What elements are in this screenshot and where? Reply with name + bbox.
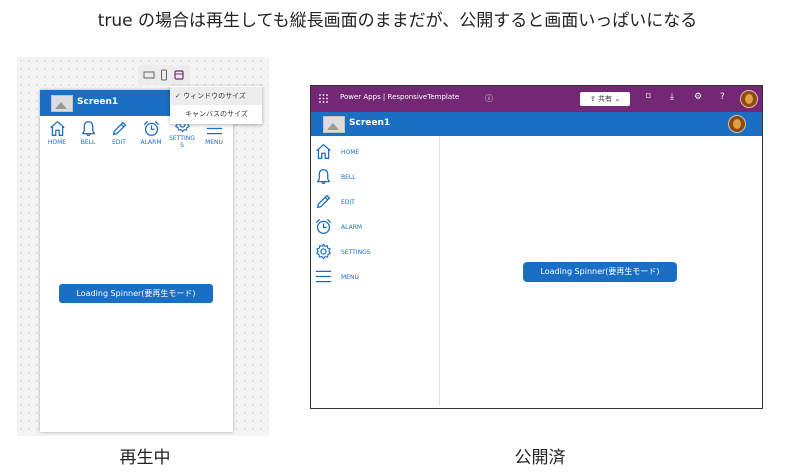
sidebar-item-bell[interactable]: BELL [315, 168, 435, 188]
download-icon[interactable]: ⤓ [670, 92, 674, 102]
sidebar-item-home[interactable]: HOME [315, 143, 435, 163]
gear-icon[interactable]: ⚙ [694, 92, 702, 102]
fit-screen-icon[interactable]: ⌑ [646, 92, 651, 102]
image-placeholder-icon [323, 116, 345, 133]
side-menu: HOME BELL EDIT ALARM SETTINGS MENU [311, 136, 440, 406]
chevron-down-icon: ⌄ [614, 95, 621, 103]
screen-title: Screen1 [77, 97, 119, 107]
edit-icon [315, 193, 332, 210]
icon-bar: HOME BELL EDIT ALARM SETTING S MENU [40, 120, 233, 154]
info-icon[interactable]: ⓘ [485, 93, 493, 104]
share-button[interactable]: ⇪ 共有 ⌄ [580, 92, 630, 106]
alarm-icon [143, 120, 160, 137]
avatar[interactable] [740, 90, 758, 108]
app-title: Power Apps | ResponsiveTemplate [340, 93, 460, 101]
image-placeholder-icon [51, 95, 73, 112]
phone-layout-icon[interactable] [158, 69, 170, 81]
checkmark-icon: ✓ [175, 92, 181, 100]
published-label: 公開済 [514, 448, 566, 468]
sidebar-item-settings[interactable]: SETTINGS [315, 243, 435, 263]
dropdown-option-window-size[interactable]: ✓ ウィンドウのサイズ [170, 87, 262, 105]
edit-button[interactable]: EDIT [104, 120, 134, 146]
loading-spinner-button[interactable]: Loading Spinner(要再生モード) [59, 284, 213, 303]
header-avatar [728, 115, 746, 133]
sidebar-item-edit[interactable]: EDIT [315, 193, 435, 213]
top-caption: true の場合は再生しても縦長画面のままだが、公開すると画面いっぱいになる [97, 11, 698, 31]
alarm-icon [315, 218, 332, 235]
published-app-window: Power Apps | ResponsiveTemplate ⓘ ⇪ 共有 ⌄… [310, 85, 763, 409]
size-dropdown: ✓ ウィンドウのサイズ キャンバスのサイズ [170, 86, 262, 124]
edit-icon [111, 120, 128, 137]
phone-preview: Screen1 HOME BELL EDIT ALARM SETTING S M… [40, 90, 233, 432]
loading-spinner-button[interactable]: Loading Spinner(要再生モード) [523, 262, 677, 282]
alarm-button[interactable]: ALARM [136, 120, 166, 146]
tablet-layout-icon[interactable] [143, 69, 155, 81]
playing-label: 再生中 [119, 448, 171, 468]
help-icon[interactable]: ? [720, 92, 725, 102]
dropdown-option-canvas-size[interactable]: キャンバスのサイズ [170, 105, 262, 123]
screen-header: Screen1 [311, 112, 762, 136]
bell-button[interactable]: BELL [73, 120, 103, 146]
home-icon [315, 143, 332, 160]
screen-title: Screen1 [349, 118, 391, 128]
share-icon: ⇪ [589, 95, 596, 103]
bell-icon [80, 120, 97, 137]
bell-icon [315, 168, 332, 185]
sidebar-item-alarm[interactable]: ALARM [315, 218, 435, 238]
home-icon [49, 120, 66, 137]
home-button[interactable]: HOME [42, 120, 72, 146]
waffle-icon[interactable] [319, 94, 328, 103]
settings-icon [315, 243, 332, 260]
power-apps-bar: Power Apps | ResponsiveTemplate ⓘ ⇪ 共有 ⌄… [311, 86, 762, 112]
sidebar-item-menu[interactable]: MENU [315, 268, 435, 288]
layout-toolbar [138, 65, 190, 85]
menu-icon [315, 268, 332, 285]
window-size-icon[interactable] [173, 69, 185, 81]
